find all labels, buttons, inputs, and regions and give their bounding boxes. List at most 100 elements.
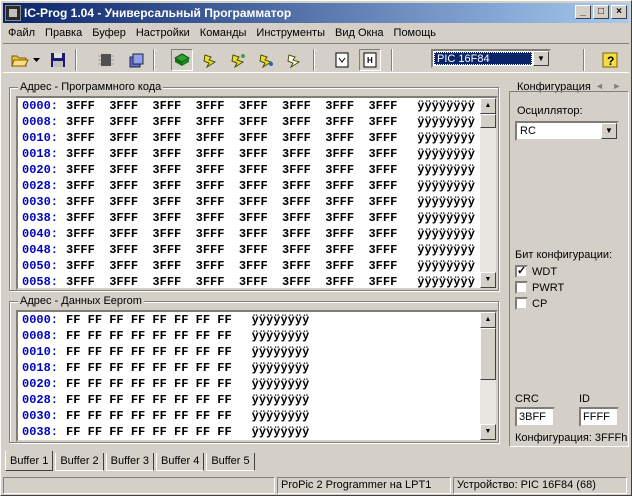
scroll-thumb[interactable]	[480, 114, 496, 128]
hex-row[interactable]: 0000: 3FFF 3FFF 3FFF 3FFF 3FFF 3FFF 3FFF …	[18, 98, 496, 114]
row-data: 3FFF 3FFF 3FFF 3FFF 3FFF 3FFF 3FFF 3FFF	[66, 275, 398, 289]
window-title: IC-Prog 1.04 - Универсальный Программато…	[24, 6, 292, 20]
erase-icon[interactable]	[227, 49, 249, 71]
help-icon[interactable]: ?	[599, 49, 621, 71]
hex-row[interactable]: 0058: 3FFF 3FFF 3FFF 3FFF 3FFF 3FFF 3FFF …	[18, 274, 496, 289]
menu-settings[interactable]: Настройки	[131, 27, 195, 39]
hex-row[interactable]: 0020: 3FFF 3FFF 3FFF 3FFF 3FFF 3FFF 3FFF …	[18, 162, 496, 178]
menu-tools[interactable]: Инструменты	[251, 27, 330, 39]
row-address: 0048:	[22, 243, 59, 257]
row-data: FF FF FF FF FF FF FF FF	[66, 361, 232, 375]
open-icon[interactable]	[9, 49, 31, 71]
hex-row[interactable]: 0038: 3FFF 3FFF 3FFF 3FFF 3FFF 3FFF 3FFF …	[18, 210, 496, 226]
hex-row[interactable]: 0010: FF FF FF FF FF FF FF FF ÿÿÿÿÿÿÿÿ	[18, 344, 496, 360]
menu-view[interactable]: Вид Окна	[330, 27, 389, 39]
hex-row[interactable]: 0020: FF FF FF FF FF FF FF FF ÿÿÿÿÿÿÿÿ	[18, 376, 496, 392]
view-hex-icon[interactable]: H	[359, 49, 381, 71]
eeprom-rows: 0000: FF FF FF FF FF FF FF FF ÿÿÿÿÿÿÿÿ 0008…	[18, 312, 496, 440]
scroll-down-icon[interactable]: ▼	[480, 424, 496, 440]
checkbox-wdt[interactable]: ✓ WDT	[515, 265, 557, 278]
tab-buffer-3[interactable]: Buffer 3	[105, 453, 154, 471]
row-address: 0040:	[22, 227, 59, 241]
checkbox-label: PWRT	[532, 281, 565, 294]
menu-bar: Файл Правка Буфер Настройки Команды Инст…	[3, 23, 441, 42]
buffer-tabs: Buffer 1 Buffer 2 Buffer 3 Buffer 4 Buff…	[5, 451, 257, 471]
scroll-thumb[interactable]	[480, 328, 496, 380]
row-data: 3FFF 3FFF 3FFF 3FFF 3FFF 3FFF 3FFF 3FFF	[66, 243, 398, 257]
scroll-down-icon[interactable]: ▼	[480, 272, 496, 288]
checkbox-cp[interactable]: CP	[515, 297, 547, 310]
row-data: 3FFF 3FFF 3FFF 3FFF 3FFF 3FFF 3FFF 3FFF	[66, 163, 398, 177]
chip-icon[interactable]	[95, 49, 117, 71]
hex-row[interactable]: 0040: 3FFF 3FFF 3FFF 3FFF 3FFF 3FFF 3FFF …	[18, 226, 496, 242]
hex-row[interactable]: 0038: FF FF FF FF FF FF FF FF ÿÿÿÿÿÿÿÿ	[18, 424, 496, 440]
hex-row[interactable]: 0028: FF FF FF FF FF FF FF FF ÿÿÿÿÿÿÿÿ	[18, 392, 496, 408]
program-scrollbar[interactable]: ▲ ▼	[480, 98, 496, 288]
row-ascii: ÿÿÿÿÿÿÿÿ	[417, 195, 475, 209]
blank-check-icon[interactable]	[283, 49, 305, 71]
hex-row[interactable]: 0018: FF FF FF FF FF FF FF FF ÿÿÿÿÿÿÿÿ	[18, 360, 496, 376]
tab-buffer-5[interactable]: Buffer 5	[206, 453, 255, 471]
hex-row[interactable]: 0000: FF FF FF FF FF FF FF FF ÿÿÿÿÿÿÿÿ	[18, 312, 496, 328]
crc-field[interactable]: 3BFF	[515, 407, 555, 427]
save-icon[interactable]	[47, 49, 69, 71]
row-ascii: ÿÿÿÿÿÿÿÿ	[417, 147, 475, 161]
read-icon[interactable]	[171, 49, 193, 71]
checkbox-box[interactable]	[515, 297, 528, 310]
program-memory-rows: 0000: 3FFF 3FFF 3FFF 3FFF 3FFF 3FFF 3FFF …	[18, 98, 496, 289]
tab-buffer-2[interactable]: Buffer 2	[55, 453, 104, 471]
menu-help[interactable]: Помощь	[389, 27, 442, 39]
svg-text:H: H	[367, 56, 373, 65]
view-asm-icon[interactable]	[331, 49, 353, 71]
eeprom-scrollbar[interactable]: ▲ ▼	[480, 312, 496, 440]
checkbox-pwrt[interactable]: PWRT	[515, 281, 564, 294]
hex-row[interactable]: 0018: 3FFF 3FFF 3FFF 3FFF 3FFF 3FFF 3FFF …	[18, 146, 496, 162]
id-field[interactable]: FFFF	[579, 407, 619, 427]
oscillator-label: Осциллятор:	[517, 105, 583, 117]
title-bar[interactable]: IC-Prog 1.04 - Универсальный Программато…	[3, 3, 629, 23]
menu-buffer[interactable]: Буфер	[87, 27, 131, 39]
row-ascii: ÿÿÿÿÿÿÿÿ	[417, 179, 475, 193]
row-address: 0008:	[22, 115, 59, 129]
config-icon[interactable]	[125, 49, 147, 71]
menu-edit[interactable]: Правка	[40, 27, 87, 39]
chevron-down-icon[interactable]: ▼	[601, 123, 617, 139]
hex-row[interactable]: 0008: 3FFF 3FFF 3FFF 3FFF 3FFF 3FFF 3FFF …	[18, 114, 496, 130]
row-address: 0028:	[22, 393, 59, 407]
row-data: FF FF FF FF FF FF FF FF	[66, 313, 232, 327]
checkbox-box[interactable]	[515, 281, 528, 294]
window-controls: _ □ ×	[573, 5, 627, 19]
menu-commands[interactable]: Команды	[195, 27, 252, 39]
eeprom-view[interactable]: 0000: FF FF FF FF FF FF FF FF ÿÿÿÿÿÿÿÿ 0008…	[16, 310, 498, 442]
dropdown-arrow-icon[interactable]	[31, 49, 41, 71]
scroll-up-icon[interactable]: ▲	[480, 312, 496, 328]
hex-row[interactable]: 0008: FF FF FF FF FF FF FF FF ÿÿÿÿÿÿÿÿ	[18, 328, 496, 344]
oscillator-select[interactable]: RC ▼	[515, 121, 619, 141]
close-button[interactable]: ×	[611, 5, 627, 19]
hex-row[interactable]: 0010: 3FFF 3FFF 3FFF 3FFF 3FFF 3FFF 3FFF …	[18, 130, 496, 146]
row-data: FF FF FF FF FF FF FF FF	[66, 425, 232, 439]
hex-row[interactable]: 0028: 3FFF 3FFF 3FFF 3FFF 3FFF 3FFF 3FFF …	[18, 178, 496, 194]
checkbox-box[interactable]: ✓	[515, 265, 528, 278]
config-word: Конфигурация: 3FFFh	[515, 432, 628, 444]
panel-arrows-icon[interactable]: ◄ ►	[595, 81, 624, 91]
row-ascii: ÿÿÿÿÿÿÿÿ	[251, 313, 310, 327]
scroll-up-icon[interactable]: ▲	[480, 98, 496, 114]
verify-icon[interactable]	[255, 49, 277, 71]
row-ascii: ÿÿÿÿÿÿÿÿ	[251, 329, 310, 343]
row-data: 3FFF 3FFF 3FFF 3FFF 3FFF 3FFF 3FFF 3FFF	[66, 115, 398, 129]
chevron-down-icon[interactable]: ▼	[533, 51, 549, 66]
program-icon[interactable]	[199, 49, 221, 71]
device-select[interactable]: PIC 16F84 ▼	[431, 49, 551, 68]
tab-buffer-4[interactable]: Buffer 4	[155, 453, 205, 471]
maximize-button[interactable]: □	[593, 5, 609, 19]
hex-row[interactable]: 0050: 3FFF 3FFF 3FFF 3FFF 3FFF 3FFF 3FFF …	[18, 258, 496, 274]
minimize-button[interactable]: _	[575, 5, 591, 19]
tab-buffer-1[interactable]: Buffer 1	[5, 451, 54, 471]
hex-row[interactable]: 0030: 3FFF 3FFF 3FFF 3FFF 3FFF 3FFF 3FFF …	[18, 194, 496, 210]
hex-row[interactable]: 0048: 3FFF 3FFF 3FFF 3FFF 3FFF 3FFF 3FFF …	[18, 242, 496, 258]
hex-row[interactable]: 0030: FF FF FF FF FF FF FF FF ÿÿÿÿÿÿÿÿ	[18, 408, 496, 424]
row-data: FF FF FF FF FF FF FF FF	[66, 393, 232, 407]
program-memory-view[interactable]: 0000: 3FFF 3FFF 3FFF 3FFF 3FFF 3FFF 3FFF …	[16, 96, 498, 290]
menu-file[interactable]: Файл	[3, 27, 40, 39]
